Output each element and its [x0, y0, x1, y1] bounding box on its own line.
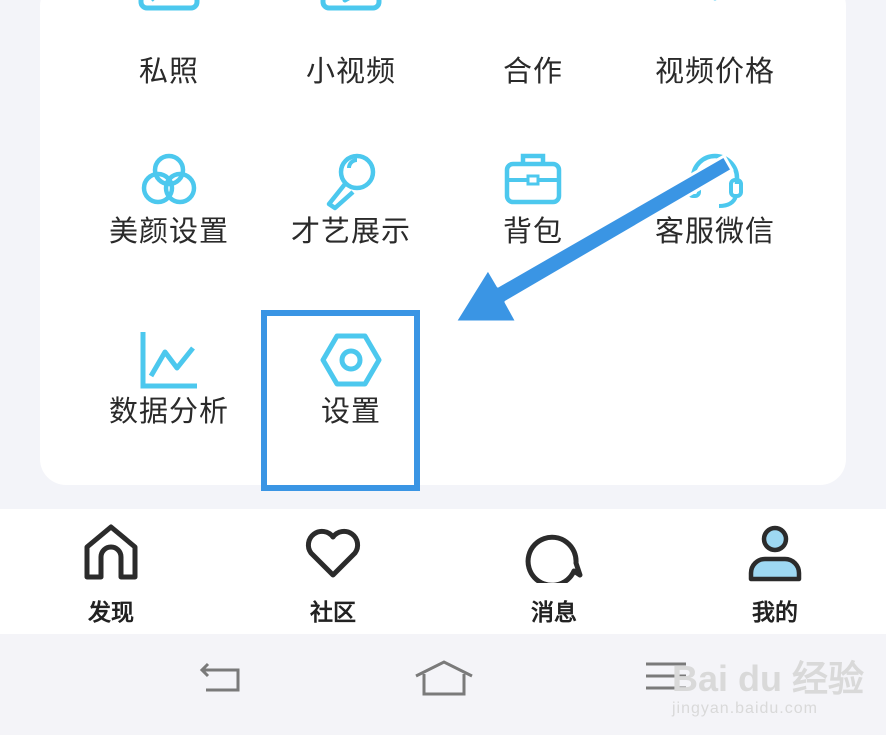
price-tag-icon — [713, 0, 717, 1]
home-icon — [84, 524, 138, 580]
baidu-jingyan-watermark: Bai du 经验 jingyan.baidu.com — [672, 650, 864, 718]
highlight-box — [261, 310, 420, 491]
menu-item-video-price[interactable]: 视频价格 — [624, 0, 806, 130]
menu-item-private-photo[interactable]: 私照 — [78, 0, 260, 130]
menu-item-beauty-settings[interactable]: 美颜设置 — [78, 148, 260, 298]
menu-item-label: 小视频 — [305, 54, 396, 88]
tab-me[interactable]: 我的 — [664, 509, 886, 634]
feature-menu-card: 私照 小视频 合作 视频价格 美颜设置 才艺展示 背包 客服微信 数据分析 设置 — [40, 0, 846, 485]
tab-label: 我的 — [752, 600, 798, 626]
bottom-tab-bar: 发现 社区 消息 我的 — [0, 509, 886, 634]
watermark-logo: Bai du 经验 — [672, 658, 865, 699]
menu-item-label: 合作 — [502, 54, 563, 88]
menu-item-label: 私照 — [138, 54, 199, 88]
home-nav-icon[interactable] — [414, 658, 474, 698]
user-icon — [748, 525, 802, 582]
menu-item-short-video[interactable]: 小视频 — [260, 0, 442, 130]
menu-item-label: 视频价格 — [654, 54, 775, 88]
image-icon — [138, 0, 200, 11]
menu-item-label: 背包 — [502, 214, 563, 248]
menu-item-label: 才艺展示 — [290, 214, 411, 248]
menu-item-label: 客服微信 — [654, 214, 775, 248]
watermark-url: jingyan.baidu.com — [672, 700, 818, 717]
tab-discover[interactable]: 发现 — [0, 509, 222, 634]
tab-messages[interactable]: 消息 — [443, 509, 665, 634]
tab-label: 发现 — [88, 600, 134, 626]
microphone-icon — [326, 153, 376, 211]
video-play-icon — [320, 0, 382, 11]
menu-item-customer-service[interactable]: 客服微信 — [624, 148, 806, 298]
heart-icon — [305, 528, 361, 578]
menu-item-data-analysis[interactable]: 数据分析 — [78, 328, 260, 478]
tab-label: 消息 — [531, 600, 577, 626]
menu-item-cooperation[interactable]: 合作 — [442, 0, 624, 130]
menu-item-label: 美颜设置 — [108, 214, 229, 248]
handshake-icon — [501, 0, 565, 20]
menu-item-label: 数据分析 — [108, 394, 229, 428]
tab-community[interactable]: 社区 — [222, 509, 444, 634]
tab-label: 社区 — [310, 600, 356, 626]
beauty-circles-icon — [141, 153, 197, 205]
briefcase-icon — [504, 153, 562, 205]
chat-bubble-icon — [525, 534, 583, 583]
line-chart-icon — [140, 332, 197, 389]
headset-icon — [687, 153, 743, 208]
back-icon[interactable] — [198, 658, 244, 694]
menu-item-backpack[interactable]: 背包 — [442, 148, 624, 298]
menu-item-talent-show[interactable]: 才艺展示 — [260, 148, 442, 298]
